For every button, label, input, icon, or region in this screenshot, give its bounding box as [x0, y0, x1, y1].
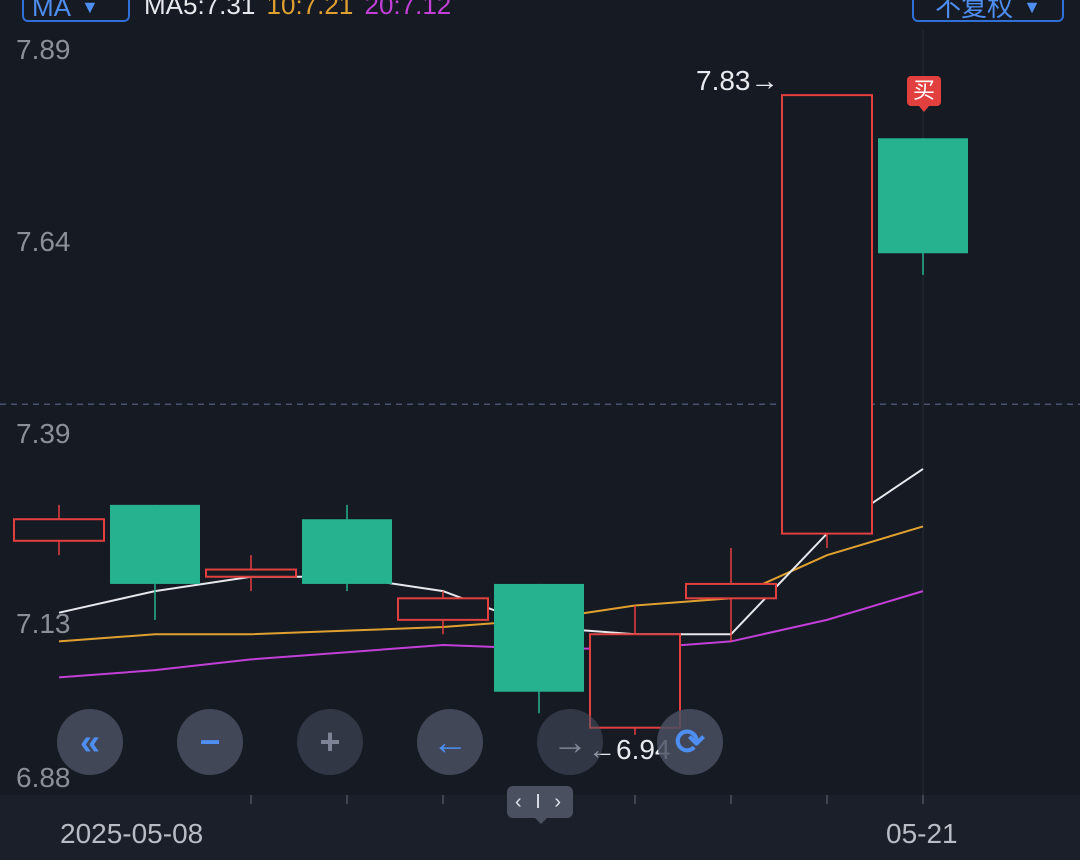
candle-body — [781, 94, 873, 535]
y-tick-label: 7.64 — [16, 226, 71, 257]
adjust-mode-dropdown[interactable]: 不复权 ▼ — [912, 0, 1064, 22]
plus-icon: + — [319, 721, 341, 762]
candle-body — [589, 633, 681, 729]
scroll-handle[interactable]: ‹ I › — [507, 786, 573, 824]
ma5-value: MA5:7.31 — [144, 0, 256, 20]
zoom-in-button[interactable]: + — [297, 709, 363, 775]
x-tick-label: 05-21 — [886, 818, 958, 849]
candlestick[interactable] — [494, 583, 584, 714]
forward-button[interactable]: → — [537, 709, 603, 775]
candle-body — [205, 568, 297, 578]
candlestick[interactable] — [205, 555, 297, 592]
rotate-button[interactable]: ⟳ — [657, 709, 723, 775]
candle-body — [685, 582, 777, 600]
adjust-mode-label: 不复权 — [935, 0, 1014, 22]
indicator-dropdown[interactable]: MA ▼ — [22, 0, 130, 22]
chevron-down-icon: ▼ — [81, 0, 99, 17]
candlestick[interactable] — [878, 138, 968, 275]
arrow-right-icon: → — [552, 721, 588, 762]
candlestick[interactable] — [781, 94, 873, 548]
candle-body — [494, 583, 584, 692]
back-button[interactable]: ← — [417, 709, 483, 775]
high-price-label: 7.83→ — [696, 65, 779, 96]
candlestick[interactable] — [13, 504, 105, 556]
candlestick[interactable] — [589, 605, 681, 735]
zoom-out-button[interactable]: − — [177, 709, 243, 775]
candlestick[interactable] — [685, 547, 777, 642]
candle-body — [302, 519, 392, 584]
indicator-label: MA — [32, 0, 71, 22]
candlesticks[interactable] — [13, 94, 968, 735]
y-tick-label: 7.13 — [16, 608, 71, 639]
y-tick-label: 7.39 — [16, 418, 71, 449]
candle-body — [110, 504, 200, 584]
ma-legend: MA5:7.31 10:7.21 20:7.12 — [144, 0, 455, 18]
minus-icon: − — [199, 721, 221, 762]
rotate-screen-icon: ⟳ — [674, 721, 706, 762]
double-chevron-left-icon: « — [79, 721, 101, 762]
y-tick-label: 7.89 — [16, 34, 71, 65]
arrow-left-icon: ← — [432, 721, 468, 762]
candle-body — [878, 138, 968, 254]
rewind-button[interactable]: « — [57, 709, 123, 775]
buy-signal-badge[interactable]: 买 — [907, 76, 941, 112]
candle-body — [397, 597, 489, 621]
x-tick-label: 2025-05-08 — [60, 818, 204, 849]
chevron-down-icon: ▼ — [1023, 0, 1041, 17]
ma10-value: 10:7.21 — [266, 0, 354, 20]
ma20-value: 20:7.12 — [364, 0, 452, 20]
y-tick-label: 6.88 — [16, 762, 71, 793]
candlestick[interactable] — [302, 504, 392, 592]
candlestick[interactable] — [110, 504, 200, 620]
candle-body — [13, 518, 105, 542]
